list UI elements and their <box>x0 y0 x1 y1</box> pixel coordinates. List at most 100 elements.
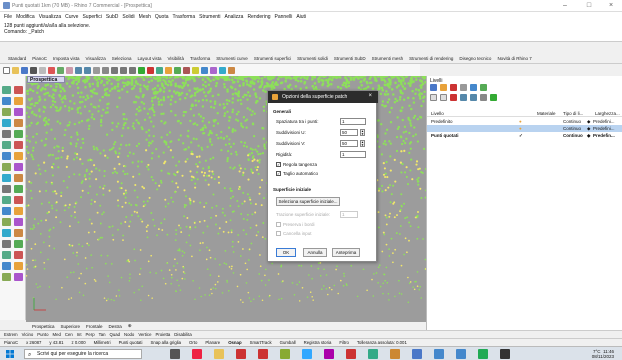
osnap-med[interactable]: Med <box>52 332 60 337</box>
close-button[interactable]: × <box>606 2 616 9</box>
point-icon[interactable] <box>183 66 190 74</box>
tool-icon[interactable] <box>2 163 11 171</box>
tab-seleziona[interactable]: Seleziona <box>112 56 132 61</box>
status-history[interactable]: Registra storia <box>304 340 332 345</box>
delete-input-checkbox[interactable] <box>276 231 281 236</box>
tab-pianoc[interactable]: PianoC <box>32 56 47 61</box>
tool-icon[interactable] <box>2 251 11 259</box>
select-icon[interactable] <box>174 66 181 74</box>
move-down-icon[interactable] <box>470 94 477 101</box>
tool-icon[interactable] <box>2 196 11 204</box>
tool-icon[interactable] <box>14 196 23 204</box>
osnap-proietta[interactable]: Proietta <box>155 332 170 337</box>
pan-icon[interactable] <box>93 66 100 74</box>
tool-icon[interactable] <box>2 108 11 116</box>
file-explorer-icon[interactable] <box>214 349 224 359</box>
viewport-tab-prospettica[interactable]: Prospettica <box>32 324 55 329</box>
menu-strumenti[interactable]: Strumenti <box>199 14 220 20</box>
display-tab-icon[interactable] <box>450 84 457 91</box>
tool-icon[interactable] <box>14 218 23 226</box>
menu-visualizza[interactable]: Visualizza <box>39 14 61 20</box>
library-tab-icon[interactable] <box>480 84 487 91</box>
tab-strumenti-subd[interactable]: Strumenti SubD <box>334 56 366 61</box>
zoom-icon[interactable] <box>111 66 118 74</box>
tool-icon[interactable] <box>14 141 23 149</box>
lightbulb-icon[interactable]: ● <box>519 126 522 131</box>
tab-strumenti-superfici[interactable]: Strumenti superfici <box>254 56 291 61</box>
status-units[interactable]: Millimetri <box>94 340 111 345</box>
menu-rendering[interactable]: Rendering <box>247 14 270 20</box>
rotate-view-icon[interactable] <box>102 66 109 74</box>
v-divisions-spinner[interactable]: ▲ ▼ <box>360 140 365 147</box>
osnap-nodo[interactable]: Nodo <box>124 332 134 337</box>
illustrator-icon[interactable] <box>280 349 290 359</box>
tool-icon[interactable] <box>14 108 23 116</box>
paste-icon[interactable] <box>66 66 73 74</box>
status-cplane[interactable]: PianoC <box>4 340 18 345</box>
edge-icon[interactable] <box>456 349 466 359</box>
tool-icon[interactable] <box>2 240 11 248</box>
lightbulb-icon[interactable]: ● <box>519 119 522 124</box>
osnap-perp[interactable]: Perp <box>86 332 95 337</box>
tool-icon[interactable] <box>2 86 11 94</box>
tool-icon[interactable] <box>2 218 11 226</box>
u-divisions-spinner[interactable]: ▲ ▼ <box>360 129 365 136</box>
indesign-icon[interactable] <box>324 349 334 359</box>
tool-icon[interactable] <box>14 229 23 237</box>
teams-icon[interactable] <box>412 349 422 359</box>
save-icon[interactable] <box>21 66 28 74</box>
command-prompt[interactable]: Comando: _Patch <box>4 29 618 35</box>
menu-mesh[interactable]: Mesh <box>139 14 151 20</box>
osnap-tan[interactable]: Tan <box>99 332 106 337</box>
viewport-tab-superiore[interactable]: Superiore <box>61 324 81 329</box>
tool-icon[interactable] <box>2 273 11 281</box>
tool-icon[interactable] <box>14 97 23 105</box>
undo-icon[interactable] <box>75 66 82 74</box>
menu-modifica[interactable]: Modifica <box>16 14 35 20</box>
rhino-taskbar-icon[interactable] <box>500 349 510 359</box>
osnap-quad[interactable]: Quad <box>110 332 121 337</box>
maximize-button[interactable]: □ <box>584 2 594 9</box>
acrobat-icon[interactable] <box>236 349 246 359</box>
qgis-icon[interactable] <box>368 349 378 359</box>
tool-icon[interactable] <box>2 97 11 105</box>
tools-icon[interactable] <box>490 94 497 101</box>
menu-file[interactable]: File <box>4 14 12 20</box>
tab-strumenti-solidi[interactable]: Strumenti solidi <box>297 56 328 61</box>
properties-icon[interactable] <box>165 66 172 74</box>
acrobat-reader-icon[interactable] <box>346 349 356 359</box>
redo-icon[interactable] <box>84 66 91 74</box>
tab-visibilita[interactable]: Visibilità <box>168 56 184 61</box>
new-layer-icon[interactable] <box>430 94 437 101</box>
dialog-close-button[interactable]: × <box>368 93 372 99</box>
chrome-icon[interactable] <box>192 349 202 359</box>
menu-pannelli[interactable]: Pannelli <box>275 14 293 20</box>
tool-icon[interactable] <box>14 174 23 182</box>
osnap-disabilita[interactable]: Disabilita <box>174 332 191 337</box>
status-ortho[interactable]: Orto <box>189 340 197 345</box>
import-icon[interactable] <box>39 66 46 74</box>
status-layer[interactable]: Punti quotati <box>119 340 143 345</box>
tool-icon[interactable] <box>14 130 23 138</box>
viewport-tab-destra[interactable]: Destra <box>109 324 122 329</box>
layers-tab-icon[interactable] <box>430 84 437 91</box>
col-material[interactable]: Materiale <box>537 111 556 116</box>
osnap-cen[interactable]: Cen <box>65 332 73 337</box>
pull-input[interactable]: 1 <box>340 211 358 218</box>
render-icon[interactable] <box>201 66 208 74</box>
windows-start-icon[interactable] <box>6 350 14 358</box>
copy-icon[interactable] <box>57 66 64 74</box>
print-icon[interactable] <box>30 66 37 74</box>
menu-superfici[interactable]: Superfici <box>82 14 101 20</box>
delete-layer-icon[interactable] <box>450 94 457 101</box>
status-filter[interactable]: Filtro <box>339 340 349 345</box>
osnap-int[interactable]: Int <box>77 332 82 337</box>
stiffness-input[interactable]: 1 <box>340 151 366 158</box>
move-up-icon[interactable] <box>460 94 467 101</box>
system-tray[interactable]: 7°C 11:46 08/11/2023 <box>592 349 614 359</box>
tab-standard[interactable]: Standard <box>8 56 26 61</box>
tool-icon[interactable] <box>2 174 11 182</box>
osnap-vertice[interactable]: Vertice <box>138 332 151 337</box>
menu-analizza[interactable]: Analizza <box>225 14 244 20</box>
layer-row[interactable]: Punti quotati ✓ Continuo ◆ Predefin... <box>427 132 622 139</box>
